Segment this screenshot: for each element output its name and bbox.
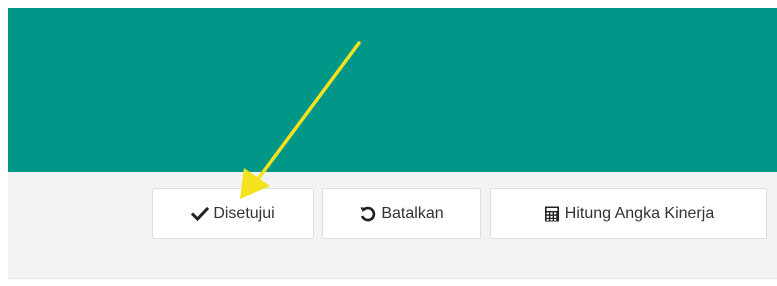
approve-button[interactable]: Disetujui [152, 188, 314, 239]
check-icon [191, 205, 210, 223]
cancel-button[interactable]: Batalkan [322, 188, 481, 239]
cancel-button-label: Batalkan [381, 204, 444, 222]
calculator-icon [543, 205, 561, 223]
header-banner [8, 8, 777, 172]
screenshot-stage: Disetujui Batalkan Hitung Angka Kinerja [0, 0, 777, 286]
toolbar-divider [8, 278, 777, 279]
calculate-performance-button[interactable]: Hitung Angka Kinerja [490, 188, 767, 239]
calculate-performance-button-label: Hitung Angka Kinerja [564, 204, 715, 222]
approve-button-label: Disetujui [213, 204, 275, 222]
undo-icon [359, 205, 377, 223]
